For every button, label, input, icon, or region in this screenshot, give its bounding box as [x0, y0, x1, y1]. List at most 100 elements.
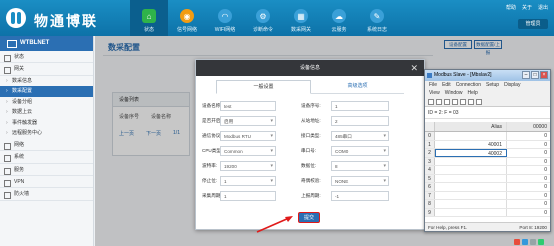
- row-value[interactable]: 0: [507, 158, 550, 166]
- close-icon[interactable]: ✕: [410, 60, 418, 76]
- window-icon[interactable]: [460, 98, 466, 105]
- form-row: 通信协议: Modbus RTU 接口类型: 485串口: [196, 130, 426, 142]
- table-row[interactable]: 50: [425, 174, 550, 183]
- nav-item-gateway[interactable]: ▦ 数采网关: [282, 0, 320, 36]
- open-icon[interactable]: [436, 98, 442, 105]
- table-row[interactable]: 80: [425, 200, 550, 209]
- slave-address-input[interactable]: 2: [331, 116, 389, 126]
- enable-select[interactable]: 启用: [220, 116, 276, 126]
- row-alias[interactable]: 40001: [435, 140, 507, 148]
- tray-icon[interactable]: [514, 239, 520, 245]
- network-icon: ⚙: [256, 9, 270, 23]
- menu-edit[interactable]: Edit: [442, 81, 451, 89]
- menu-window[interactable]: Window: [445, 89, 463, 97]
- submit-button[interactable]: 提交: [298, 212, 320, 223]
- row-alias[interactable]: [435, 208, 507, 216]
- row-alias[interactable]: [435, 200, 507, 208]
- form-row: 波特率: 19200 数据位: 8: [196, 160, 426, 172]
- table-row[interactable]: 30: [425, 157, 550, 166]
- row-alias[interactable]: [435, 174, 507, 182]
- row-alias[interactable]: [435, 191, 507, 199]
- stop-bits-select[interactable]: 1: [220, 176, 276, 186]
- nav-item-cloud[interactable]: ☁ 云服务: [320, 0, 358, 36]
- info-icon[interactable]: [468, 98, 474, 105]
- nav-item-signal[interactable]: ◉ 信号网络: [168, 0, 206, 36]
- row-value[interactable]: 0: [507, 141, 550, 149]
- table-row[interactable]: 60: [425, 183, 550, 192]
- row-value[interactable]: 0: [507, 149, 550, 157]
- menu-setup[interactable]: Setup: [486, 81, 499, 89]
- print-icon[interactable]: [452, 98, 458, 105]
- nav-item-syslog[interactable]: ✎ 系统日志: [358, 0, 396, 36]
- help-link[interactable]: 帮助: [506, 4, 516, 11]
- row-alias[interactable]: [435, 132, 507, 140]
- tray-icon[interactable]: [538, 239, 544, 245]
- tab-general[interactable]: 一般设置: [216, 80, 311, 94]
- row-value[interactable]: 0: [507, 183, 550, 191]
- sidebar-item-status[interactable]: 状态: [0, 51, 93, 64]
- row-value[interactable]: 0: [507, 166, 550, 174]
- sidebar-item-network[interactable]: 网络: [0, 139, 93, 152]
- device-no-input[interactable]: 1: [331, 101, 389, 111]
- menu-view[interactable]: View: [429, 89, 440, 97]
- row-alias[interactable]: [435, 183, 507, 191]
- poll-period-input[interactable]: 1: [220, 191, 276, 201]
- device-name-input[interactable]: test: [220, 101, 276, 111]
- row-alias-selected[interactable]: 40002: [435, 149, 507, 157]
- sidebar-sub-group[interactable]: 设备分组: [0, 97, 93, 108]
- nav-label: 数采网关: [290, 27, 311, 33]
- nav-item-wifi[interactable]: ◠ WIFI网络: [206, 0, 244, 36]
- menu-connection[interactable]: Connection: [456, 81, 481, 89]
- sidebar-item-gateway[interactable]: 网关: [0, 63, 93, 76]
- baud-rate-select[interactable]: 19200: [220, 161, 276, 171]
- tray-icon[interactable]: [530, 239, 536, 245]
- table-row[interactable]: 2 40002 0: [425, 149, 550, 158]
- menu-display[interactable]: Display: [504, 81, 520, 89]
- data-bits-select[interactable]: 8: [331, 161, 389, 171]
- save-icon[interactable]: [444, 98, 450, 105]
- minimize-icon[interactable]: –: [522, 71, 530, 79]
- header-index: [425, 122, 435, 131]
- table-row[interactable]: 00: [425, 132, 550, 141]
- nav-item-status[interactable]: ⌂ 状态: [130, 0, 168, 36]
- tab-advanced[interactable]: 高级选项: [311, 80, 404, 93]
- row-value[interactable]: 0: [507, 175, 550, 183]
- row-value[interactable]: 0: [507, 209, 550, 217]
- sidebar-item-system[interactable]: 系统: [0, 151, 93, 164]
- interface-select[interactable]: 485串口: [331, 131, 389, 141]
- new-icon[interactable]: [428, 98, 434, 105]
- help-icon[interactable]: [476, 98, 482, 105]
- about-link[interactable]: 关于: [522, 4, 532, 11]
- row-value[interactable]: 0: [507, 132, 550, 140]
- sidebar-sub-config[interactable]: 数采配置: [0, 86, 93, 97]
- window-controls: – □ ×: [522, 71, 548, 79]
- report-period-input[interactable]: -1: [331, 191, 389, 201]
- cpu-type-select[interactable]: Common: [220, 146, 276, 156]
- row-value[interactable]: 0: [507, 192, 550, 200]
- table-row[interactable]: 1 40001 0: [425, 140, 550, 149]
- row-alias[interactable]: [435, 157, 507, 165]
- table-row[interactable]: 90: [425, 208, 550, 217]
- close-icon[interactable]: ×: [540, 71, 548, 79]
- table-row[interactable]: 70: [425, 191, 550, 200]
- row-alias[interactable]: [435, 166, 507, 174]
- parity-select[interactable]: NONE: [331, 176, 389, 186]
- user-menu[interactable]: 管理员: [518, 19, 548, 29]
- menu-file[interactable]: File: [429, 81, 437, 89]
- logout-link[interactable]: 退出: [538, 4, 548, 11]
- menu-help[interactable]: Help: [468, 89, 478, 97]
- sidebar-item-firewall[interactable]: 防火墙: [0, 188, 93, 201]
- sidebar-sub-info[interactable]: 数采信息: [0, 76, 93, 87]
- sidebar-sub-trigger[interactable]: 事件触发器: [0, 118, 93, 129]
- nav-item-diagnostics[interactable]: ⚙ 诊断命令: [244, 0, 282, 36]
- table-row[interactable]: 40: [425, 166, 550, 175]
- protocol-select[interactable]: Modbus RTU: [220, 131, 276, 141]
- maximize-icon[interactable]: □: [531, 71, 539, 79]
- sidebar-item-service[interactable]: 服务: [0, 164, 93, 176]
- sidebar-sub-remote[interactable]: 远程服务中心: [0, 128, 93, 139]
- row-value[interactable]: 0: [507, 200, 550, 208]
- sidebar-item-vpn[interactable]: VPN: [0, 176, 93, 189]
- sidebar-sub-cloud[interactable]: 数据上云: [0, 107, 93, 118]
- tray-icon[interactable]: [522, 239, 528, 245]
- serial-port-select[interactable]: COM0: [331, 146, 389, 156]
